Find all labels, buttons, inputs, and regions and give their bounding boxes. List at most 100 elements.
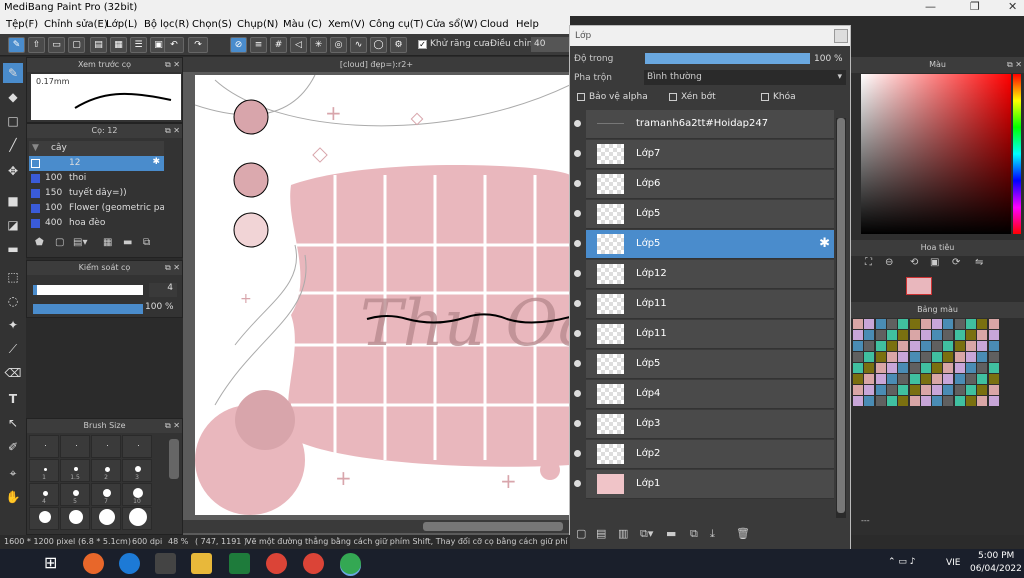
brush-size-cell[interactable]	[60, 507, 90, 530]
new-brush-icon[interactable]: ▢	[55, 237, 64, 248]
palette-swatch[interactable]	[954, 341, 965, 351]
brush-size-cell[interactable]	[91, 507, 121, 530]
palette-swatch[interactable]	[966, 396, 976, 406]
palette-swatch[interactable]	[954, 319, 965, 329]
palette-swatch[interactable]	[920, 341, 931, 351]
palette-swatch[interactable]	[943, 363, 954, 373]
palette-swatch[interactable]	[898, 330, 909, 340]
medibang-icon[interactable]	[340, 553, 361, 574]
visibility-eye-icon[interactable]	[574, 180, 581, 187]
palette-swatch[interactable]	[977, 374, 988, 384]
bucket-tool-icon[interactable]: ◪	[3, 215, 23, 235]
layer-scrollbar[interactable]	[836, 118, 846, 518]
palette-swatch[interactable]	[864, 374, 875, 384]
visibility-eye-icon[interactable]	[574, 240, 581, 247]
palette-swatch[interactable]	[920, 330, 931, 340]
layer-row[interactable]: Lớp1	[574, 470, 834, 499]
visibility-eye-icon[interactable]	[574, 390, 581, 397]
palette-swatch[interactable]	[943, 396, 954, 406]
language-indicator[interactable]: VIE	[946, 558, 961, 568]
palette-swatch[interactable]	[966, 352, 976, 362]
palette-swatch[interactable]	[966, 374, 976, 384]
layer-row[interactable]: tramanh6a2tt#Hoidap247	[574, 110, 834, 139]
palette-swatch[interactable]	[909, 374, 920, 384]
palette-swatch[interactable]	[920, 352, 931, 362]
palette-swatch[interactable]	[988, 396, 999, 406]
brush-item[interactable]: 400 hoa đèo	[29, 216, 164, 231]
brush-size-cell[interactable]	[122, 507, 152, 530]
panel-close-icon[interactable]: ⧉ ✕	[165, 419, 180, 433]
palette-swatch[interactable]	[977, 352, 988, 362]
layer-row[interactable]: Lớp6	[574, 170, 834, 199]
brush-size-cell[interactable]: 3	[122, 459, 152, 482]
new-layer-1bit-icon[interactable]: ▥	[618, 527, 628, 540]
adjust-input[interactable]: 40	[531, 37, 569, 52]
grid-doc-icon[interactable]: ▦	[110, 37, 127, 53]
brush-size-cell[interactable]: 2	[91, 459, 121, 482]
circle-snap-icon[interactable]: ◎	[330, 37, 347, 53]
palette-swatch[interactable]	[853, 385, 863, 395]
palette-swatch[interactable]	[853, 341, 863, 351]
new-layer-8bit-icon[interactable]: ▤	[596, 527, 606, 540]
brush-size-cell[interactable]	[122, 435, 152, 458]
menu-select[interactable]: Chọn(S)	[192, 19, 232, 30]
firefox-icon[interactable]	[83, 553, 104, 574]
new-layer-icon[interactable]: ▢	[576, 527, 586, 540]
zoom-out-icon[interactable]: ⊖	[885, 257, 893, 268]
chrome-profile-icon[interactable]	[303, 553, 324, 574]
palette-swatch[interactable]	[954, 330, 965, 340]
menu-color[interactable]: Màu (C)	[283, 19, 322, 30]
palette-swatch[interactable]	[988, 341, 999, 351]
doc-icon[interactable]: ▤	[90, 37, 107, 53]
lasso-tool-icon[interactable]: ◌	[3, 291, 23, 311]
blend-mode-select[interactable]: Bình thường ▾	[644, 70, 846, 85]
brush-menu-icon[interactable]: ▤▾	[73, 237, 87, 248]
collapse-icon[interactable]: ▼	[32, 143, 39, 153]
scrollbar-thumb[interactable]	[423, 522, 563, 531]
palette-swatch[interactable]	[977, 330, 988, 340]
panel-close-icon[interactable]: ⧉ ✕	[1007, 57, 1022, 73]
palette-swatch[interactable]	[864, 341, 875, 351]
brush-size-cell[interactable]	[91, 435, 121, 458]
list-icon[interactable]: ☰	[130, 37, 147, 53]
minimize-button[interactable]: —	[925, 0, 936, 13]
add-layer-menu-icon[interactable]: ⧉▾	[640, 527, 653, 541]
merge-layer-icon[interactable]: ⤓	[710, 527, 715, 541]
undo-icon[interactable]: ↶	[164, 37, 184, 53]
brush-size-cell[interactable]	[60, 435, 90, 458]
edge-icon[interactable]	[119, 553, 140, 574]
tray-icons[interactable]: ⌃ ▭ ♪	[888, 557, 916, 567]
palette-swatch[interactable]	[853, 319, 863, 329]
palette-swatch[interactable]	[853, 352, 863, 362]
menu-help[interactable]: Help	[516, 19, 539, 30]
menu-window[interactable]: Cửa sổ(W)	[426, 19, 478, 30]
palette-swatch[interactable]	[920, 385, 931, 395]
brush-size-cell[interactable]: 5	[60, 483, 90, 506]
eraser-tool-icon[interactable]: ◆	[3, 87, 23, 107]
palette-swatch[interactable]	[864, 319, 875, 329]
brush-size-cell[interactable]: 10	[122, 483, 152, 506]
palette-swatch[interactable]	[875, 363, 886, 373]
palette-swatch[interactable]	[898, 319, 909, 329]
palette-swatch[interactable]	[943, 374, 954, 384]
brush-size-cell[interactable]: 1	[29, 459, 59, 482]
palette-swatch[interactable]	[864, 363, 875, 373]
brush-size-cell[interactable]: 7	[91, 483, 121, 506]
antialias-checkbox[interactable]: ✓	[418, 40, 427, 49]
scrollbar-thumb[interactable]	[837, 118, 845, 513]
menu-tools[interactable]: Công cụ(T)	[369, 19, 424, 30]
brush-size-value[interactable]: 4	[149, 283, 177, 297]
brush-item-selected[interactable]: 12 ✱	[29, 156, 164, 171]
palette-swatch[interactable]	[988, 330, 999, 340]
palette-swatch[interactable]	[920, 363, 931, 373]
visibility-eye-icon[interactable]	[574, 420, 581, 427]
visibility-eye-icon[interactable]	[574, 360, 581, 367]
fill-rect-tool-icon[interactable]: ■	[3, 191, 23, 211]
palette-swatch[interactable]	[886, 319, 897, 329]
palette-swatch[interactable]	[954, 374, 965, 384]
gradient-tool-icon[interactable]: ▬	[3, 239, 23, 259]
parallel-snap-icon[interactable]: ≡	[250, 37, 267, 53]
select-pen-icon[interactable]: ⟋	[3, 339, 23, 359]
brush-size-slider[interactable]	[33, 285, 143, 295]
visibility-eye-icon[interactable]	[574, 150, 581, 157]
